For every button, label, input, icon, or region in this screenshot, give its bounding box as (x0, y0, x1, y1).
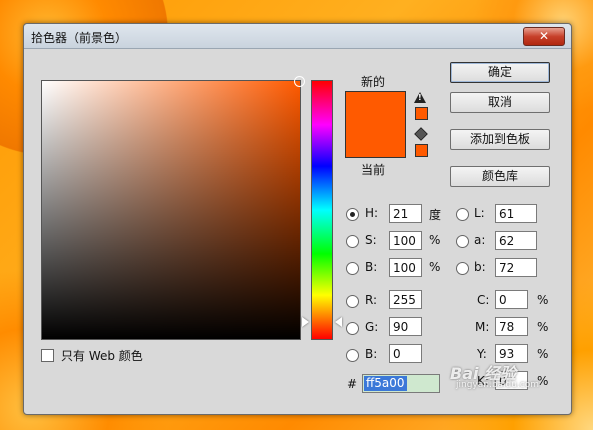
red-radio[interactable] (346, 295, 359, 308)
saturation-brightness-field[interactable] (41, 76, 305, 340)
lab-a-radio[interactable] (456, 235, 469, 248)
cyan-input[interactable]: 0 (495, 290, 528, 309)
brightness-label: B: (365, 260, 378, 274)
hue-label: H: (365, 206, 379, 220)
color-libraries-button[interactable]: 颜色库 (450, 166, 550, 187)
color-field-marker[interactable] (294, 76, 305, 87)
web-colors-only-checkbox[interactable] (41, 349, 54, 362)
lab-b-input[interactable]: 72 (495, 258, 537, 277)
new-color-swatch (345, 91, 406, 125)
blue-radio[interactable] (346, 349, 359, 362)
add-to-swatches-button[interactable]: 添加到色板 (450, 129, 550, 150)
hue-slider-right-handle[interactable] (335, 317, 342, 327)
cancel-button[interactable]: 取消 (450, 92, 550, 113)
close-button[interactable]: ✕ (523, 27, 565, 46)
current-color-swatch[interactable] (345, 124, 406, 158)
saturation-unit: % (429, 233, 441, 247)
title-bar: 拾色器（前景色） ✕ (24, 24, 571, 49)
hex-label: # (347, 377, 358, 391)
green-label: G: (365, 320, 379, 334)
brightness-input[interactable]: 100 (389, 258, 422, 277)
cyan-unit: % (537, 293, 549, 307)
green-radio[interactable] (346, 322, 359, 335)
yellow-unit: % (537, 347, 549, 361)
color-picker-dialog: 拾色器（前景色） ✕ 新的 当前 确定 取消 添加到色板 颜色库 H: 21 度… (23, 23, 572, 415)
magenta-input[interactable]: 78 (495, 317, 528, 336)
magenta-unit: % (537, 320, 549, 334)
lab-a-label: a: (474, 233, 486, 247)
gamut-warning-icon (414, 92, 426, 103)
hue-slider[interactable] (311, 80, 333, 340)
hue-slider-left-handle[interactable] (302, 317, 309, 327)
hue-input[interactable]: 21 (389, 204, 422, 223)
lab-a-input[interactable]: 62 (495, 231, 537, 250)
magenta-label: M: (475, 320, 490, 334)
brightness-radio[interactable] (346, 262, 359, 275)
current-color-label: 当前 (361, 163, 386, 177)
web-colors-only-label: 只有 Web 颜色 (61, 349, 143, 363)
hue-radio[interactable] (346, 208, 359, 221)
lab-l-radio[interactable] (456, 208, 469, 221)
dialog-title: 拾色器（前景色） (31, 31, 128, 45)
green-input[interactable]: 90 (389, 317, 422, 336)
blue-label: B: (365, 347, 378, 361)
lab-l-label: L: (474, 206, 485, 220)
lab-b-label: b: (474, 260, 486, 274)
lab-l-input[interactable]: 61 (495, 204, 537, 223)
saturation-label: S: (365, 233, 377, 247)
yellow-label: Y: (477, 347, 487, 361)
baidu-watermark-url: jingyan.baidu.com (456, 380, 540, 390)
hex-value-selected: ff5a00 (364, 376, 407, 391)
hex-input[interactable]: ff5a00 (362, 374, 440, 393)
lab-b-radio[interactable] (456, 262, 469, 275)
red-input[interactable]: 255 (389, 290, 422, 309)
hue-unit: 度 (429, 208, 442, 222)
red-label: R: (365, 293, 378, 307)
ok-button[interactable]: 确定 (450, 62, 550, 83)
cyan-label: C: (477, 293, 490, 307)
web-safe-correction-swatch[interactable] (415, 144, 428, 157)
saturation-input[interactable]: 100 (389, 231, 422, 250)
gamut-correction-swatch[interactable] (415, 107, 428, 120)
new-color-label: 新的 (361, 75, 386, 89)
brightness-unit: % (429, 260, 441, 274)
saturation-radio[interactable] (346, 235, 359, 248)
web-safe-cube-icon (414, 127, 428, 141)
blue-input[interactable]: 0 (389, 344, 422, 363)
